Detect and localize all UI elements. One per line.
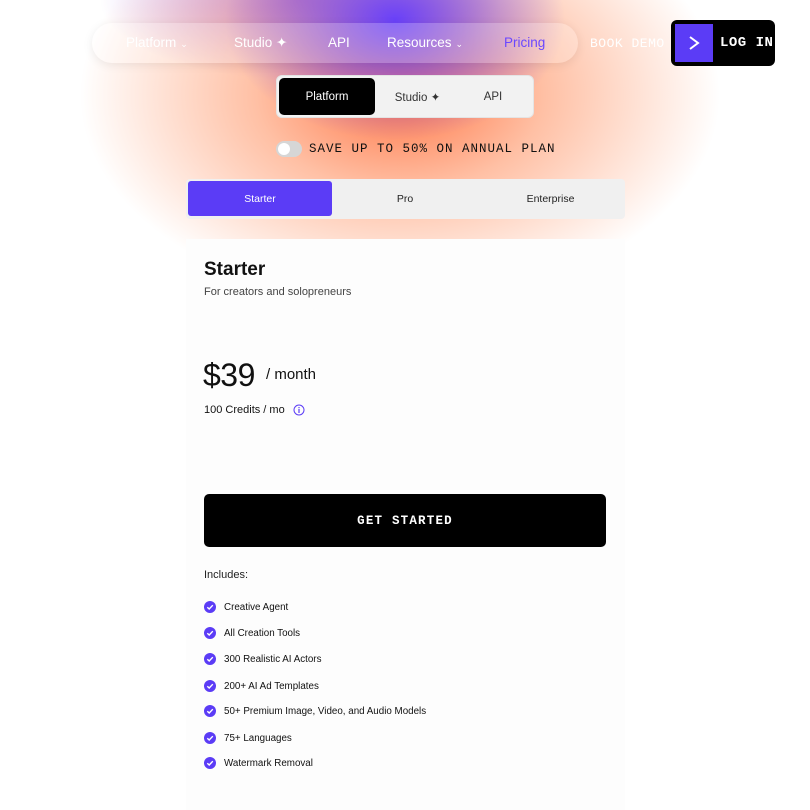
toggle-knob <box>278 143 290 155</box>
feature-item: Creative Agent <box>204 601 288 613</box>
plan-name: Starter <box>204 259 266 280</box>
logo-icon <box>30 32 79 58</box>
nav-item-pricing[interactable]: Pricing <box>504 35 545 50</box>
nav-item-resources[interactable]: Resources ⌄ <box>387 35 463 50</box>
feature-item: 200+ AI Ad Templates <box>204 680 319 692</box>
annual-billing-row: SAVE UP TO 50% ON ANNUAL PLAN <box>276 141 556 157</box>
tab-studio[interactable]: Studio ✦ <box>375 78 460 115</box>
get-started-button[interactable]: GET STARTED <box>204 494 606 547</box>
check-circle-icon <box>204 601 216 613</box>
chevron-down-icon: ⌄ <box>455 39 464 49</box>
check-circle-icon <box>204 653 216 665</box>
tier-tab-pro[interactable]: Pro <box>332 181 478 216</box>
main-nav: Platform ⌄ Studio ✦ API Resources ⌄ Pricin… <box>92 23 578 63</box>
pricing-card: Starter For creators and solopreneurs $3… <box>186 239 625 810</box>
plan-credits: 100 Credits / mo <box>204 404 305 416</box>
tab-api[interactable]: API <box>460 78 526 115</box>
tab-platform[interactable]: Platform <box>279 78 375 115</box>
feature-item: All Creation Tools <box>204 627 300 639</box>
chevron-right-icon <box>675 24 713 62</box>
book-demo-link[interactable]: BOOK DEMO <box>590 36 665 51</box>
check-circle-icon <box>204 705 216 717</box>
feature-item: 50+ Premium Image, Video, and Audio Mode… <box>204 705 426 717</box>
feature-item: Watermark Removal <box>204 757 313 769</box>
check-circle-icon <box>204 680 216 692</box>
check-circle-icon <box>204 757 216 769</box>
plan-price: $39 <box>203 357 255 393</box>
annual-plan-toggle[interactable] <box>276 141 302 157</box>
check-circle-icon <box>204 627 216 639</box>
tier-tab-starter[interactable]: Starter <box>188 181 332 216</box>
includes-label: Includes: <box>204 569 249 581</box>
check-circle-icon <box>204 732 216 744</box>
nav-item-platform[interactable]: Platform ⌄ <box>126 35 188 50</box>
chevron-down-icon: ⌄ <box>180 39 188 49</box>
plan-subtitle: For creators and solopreneurs <box>204 286 352 298</box>
login-button[interactable]: LOG IN <box>671 20 775 66</box>
feature-item: 75+ Languages <box>204 732 292 744</box>
tier-tabs: Starter Pro Enterprise <box>186 179 625 219</box>
annual-plan-label: SAVE UP TO 50% ON ANNUAL PLAN <box>309 142 556 156</box>
nav-item-studio[interactable]: Studio ✦ <box>234 35 287 51</box>
tier-tab-enterprise[interactable]: Enterprise <box>478 181 623 216</box>
nav-item-api[interactable]: API <box>328 35 350 50</box>
feature-item: 300 Realistic AI Actors <box>204 653 321 665</box>
info-icon[interactable] <box>293 404 305 416</box>
product-tabs: Platform Studio ✦ API <box>276 75 534 118</box>
plan-period: / month <box>266 366 317 383</box>
